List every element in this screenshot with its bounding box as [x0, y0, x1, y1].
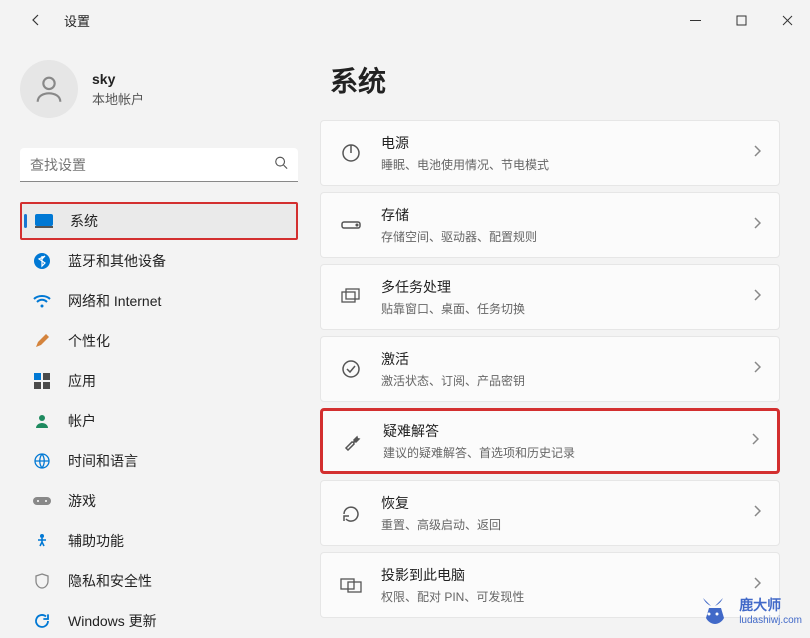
- watermark: 鹿大师 ludashiwj.com: [693, 590, 802, 630]
- profile-name: sky: [92, 71, 144, 87]
- close-icon: [782, 15, 793, 26]
- card-troubleshoot[interactable]: 疑难解答建议的疑难解答、首选项和历史记录: [320, 408, 780, 474]
- arrow-left-icon: [28, 12, 44, 28]
- card-title: 疑难解答: [383, 421, 751, 441]
- nav-item-accounts[interactable]: 帐户: [20, 402, 298, 440]
- card-activation[interactable]: 激活激活状态、订阅、产品密钥: [320, 336, 780, 402]
- recovery-icon: [339, 501, 363, 525]
- gaming-icon: [32, 491, 52, 511]
- avatar: [20, 60, 78, 118]
- card-subtitle: 睡眠、电池使用情况、节电模式: [381, 156, 753, 173]
- card-multitasking[interactable]: 多任务处理贴靠窗口、桌面、任务切换: [320, 264, 780, 330]
- nav-list: 系统 蓝牙和其他设备 网络和 Internet 个性化 应用 帐户: [20, 202, 298, 638]
- account-icon: [32, 411, 52, 431]
- minimize-icon: [690, 15, 701, 26]
- maximize-icon: [736, 15, 747, 26]
- nav-label: 辅助功能: [68, 531, 124, 551]
- power-icon: [339, 141, 363, 165]
- chevron-right-icon: [753, 360, 761, 378]
- wifi-icon: [32, 291, 52, 311]
- multitask-icon: [339, 285, 363, 309]
- nav-label: 网络和 Internet: [68, 291, 161, 311]
- nav-label: Windows 更新: [68, 611, 157, 631]
- chevron-right-icon: [753, 504, 761, 522]
- chevron-right-icon: [753, 144, 761, 162]
- search-icon: [274, 156, 288, 175]
- settings-list: 电源睡眠、电池使用情况、节电模式 存储存储空间、驱动器、配置规则 多任务处理贴靠…: [320, 120, 780, 618]
- nav-item-privacy[interactable]: 隐私和安全性: [20, 562, 298, 600]
- nav-item-personalization[interactable]: 个性化: [20, 322, 298, 360]
- page-title: 系统: [320, 60, 780, 100]
- nav-label: 帐户: [68, 411, 96, 431]
- deer-icon: [693, 590, 733, 630]
- nav-item-system[interactable]: 系统: [20, 202, 298, 240]
- nav-label: 蓝牙和其他设备: [68, 251, 166, 271]
- window-title: 设置: [64, 11, 90, 30]
- card-title: 激活: [381, 349, 753, 369]
- nav-item-accessibility[interactable]: 辅助功能: [20, 522, 298, 560]
- main-content: 系统 电源睡眠、电池使用情况、节电模式 存储存储空间、驱动器、配置规则 多任务处…: [310, 40, 810, 638]
- watermark-url: ludashiwj.com: [739, 615, 802, 626]
- nav-item-network[interactable]: 网络和 Internet: [20, 282, 298, 320]
- nav-item-time-language[interactable]: 时间和语言: [20, 442, 298, 480]
- close-button[interactable]: [764, 4, 810, 36]
- bluetooth-icon: [32, 251, 52, 271]
- card-subtitle: 建议的疑难解答、首选项和历史记录: [383, 444, 751, 461]
- nav-label: 系统: [70, 211, 98, 231]
- maximize-button[interactable]: [718, 4, 764, 36]
- card-title: 多任务处理: [381, 277, 753, 297]
- wrench-icon: [341, 429, 365, 453]
- project-icon: [339, 573, 363, 597]
- chevron-right-icon: [753, 216, 761, 234]
- storage-icon: [339, 213, 363, 237]
- chevron-right-icon: [751, 432, 759, 450]
- apps-icon: [32, 371, 52, 391]
- search-input[interactable]: [20, 148, 298, 182]
- watermark-brand: 鹿大师: [739, 595, 802, 615]
- nav-label: 个性化: [68, 331, 110, 351]
- nav-item-bluetooth[interactable]: 蓝牙和其他设备: [20, 242, 298, 280]
- nav-label: 隐私和安全性: [68, 571, 152, 591]
- profile-subtitle: 本地帐户: [92, 89, 144, 108]
- card-title: 电源: [381, 133, 753, 153]
- update-icon: [32, 611, 52, 631]
- card-title: 恢复: [381, 493, 753, 513]
- minimize-button[interactable]: [672, 4, 718, 36]
- card-recovery[interactable]: 恢复重置、高级启动、返回: [320, 480, 780, 546]
- nav-label: 应用: [68, 371, 96, 391]
- profile-block[interactable]: sky 本地帐户: [20, 60, 298, 118]
- brush-icon: [32, 331, 52, 351]
- nav-label: 时间和语言: [68, 451, 138, 471]
- card-subtitle: 重置、高级启动、返回: [381, 516, 753, 533]
- nav-item-gaming[interactable]: 游戏: [20, 482, 298, 520]
- sidebar: sky 本地帐户 系统 蓝牙和其他设备 网络和 Internet: [0, 40, 310, 638]
- nav-item-apps[interactable]: 应用: [20, 362, 298, 400]
- nav-item-windows-update[interactable]: Windows 更新: [20, 602, 298, 638]
- card-title: 存储: [381, 205, 753, 225]
- card-power[interactable]: 电源睡眠、电池使用情况、节电模式: [320, 120, 780, 186]
- back-button[interactable]: [20, 4, 52, 36]
- accessibility-icon: [32, 531, 52, 551]
- nav-label: 游戏: [68, 491, 96, 511]
- card-subtitle: 贴靠窗口、桌面、任务切换: [381, 300, 753, 317]
- card-storage[interactable]: 存储存储空间、驱动器、配置规则: [320, 192, 780, 258]
- card-title: 投影到此电脑: [381, 565, 753, 585]
- person-icon: [32, 72, 66, 106]
- chevron-right-icon: [753, 288, 761, 306]
- card-subtitle: 激活状态、订阅、产品密钥: [381, 372, 753, 389]
- system-icon: [34, 211, 54, 231]
- card-subtitle: 存储空间、驱动器、配置规则: [381, 228, 753, 245]
- shield-icon: [32, 571, 52, 591]
- globe-icon: [32, 451, 52, 471]
- activation-icon: [339, 357, 363, 381]
